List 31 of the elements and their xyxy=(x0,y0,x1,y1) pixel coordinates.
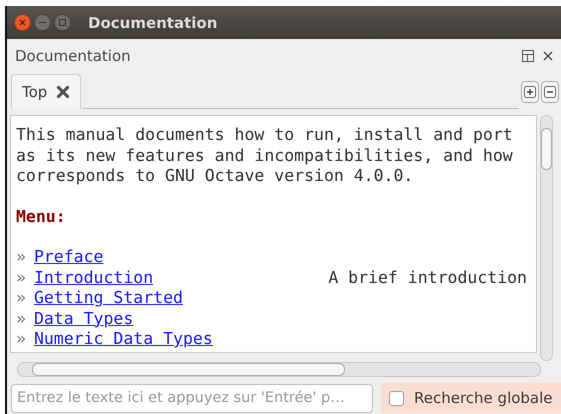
bullet: » xyxy=(16,268,26,288)
bullet: » xyxy=(16,308,26,329)
close-icon[interactable] xyxy=(14,14,31,31)
menu-link[interactable]: Data Types xyxy=(34,308,134,329)
link-description: A brief introduction xyxy=(328,268,527,288)
text-line: This manual documents how to run, install and port xyxy=(16,125,514,146)
close-tab-icon[interactable] xyxy=(56,85,70,99)
menu-heading: Menu: xyxy=(16,206,67,227)
vertical-scrollbar[interactable] xyxy=(540,115,553,361)
bullet: » xyxy=(16,329,26,350)
undock-icon[interactable] xyxy=(522,50,534,62)
window-title: Documentation xyxy=(88,14,218,32)
zoom-out-icon[interactable] xyxy=(541,81,559,103)
menu-link[interactable]: Introduction xyxy=(34,268,154,288)
tab[interactable]: Top xyxy=(11,74,82,109)
bullet: » xyxy=(16,288,26,308)
search-field[interactable]: Entrez le texte ici et appuyez sur 'Entrée' p… xyxy=(11,384,373,412)
checkbox-label: Recherche globale xyxy=(414,389,553,407)
panel-title: Documentation xyxy=(15,47,132,65)
zoom-in-icon[interactable] xyxy=(521,81,539,103)
horizontal-scrollbar[interactable] xyxy=(17,362,541,377)
close-icon[interactable] xyxy=(543,51,553,61)
maximize-icon[interactable] xyxy=(54,14,71,31)
text-line: corresponds to GNU Octave version 4.0.0. xyxy=(16,166,414,186)
bullet: » xyxy=(16,247,26,268)
text-line: as its new features and incompatibilities, and how xyxy=(16,146,514,166)
menu-link[interactable]: Numeric Data Types xyxy=(34,329,213,350)
minimize-icon[interactable] xyxy=(34,14,51,31)
global-search-checkbox[interactable] xyxy=(389,390,404,406)
menu-link[interactable]: Preface xyxy=(34,247,104,268)
menu-link[interactable]: Getting Started xyxy=(34,288,183,308)
